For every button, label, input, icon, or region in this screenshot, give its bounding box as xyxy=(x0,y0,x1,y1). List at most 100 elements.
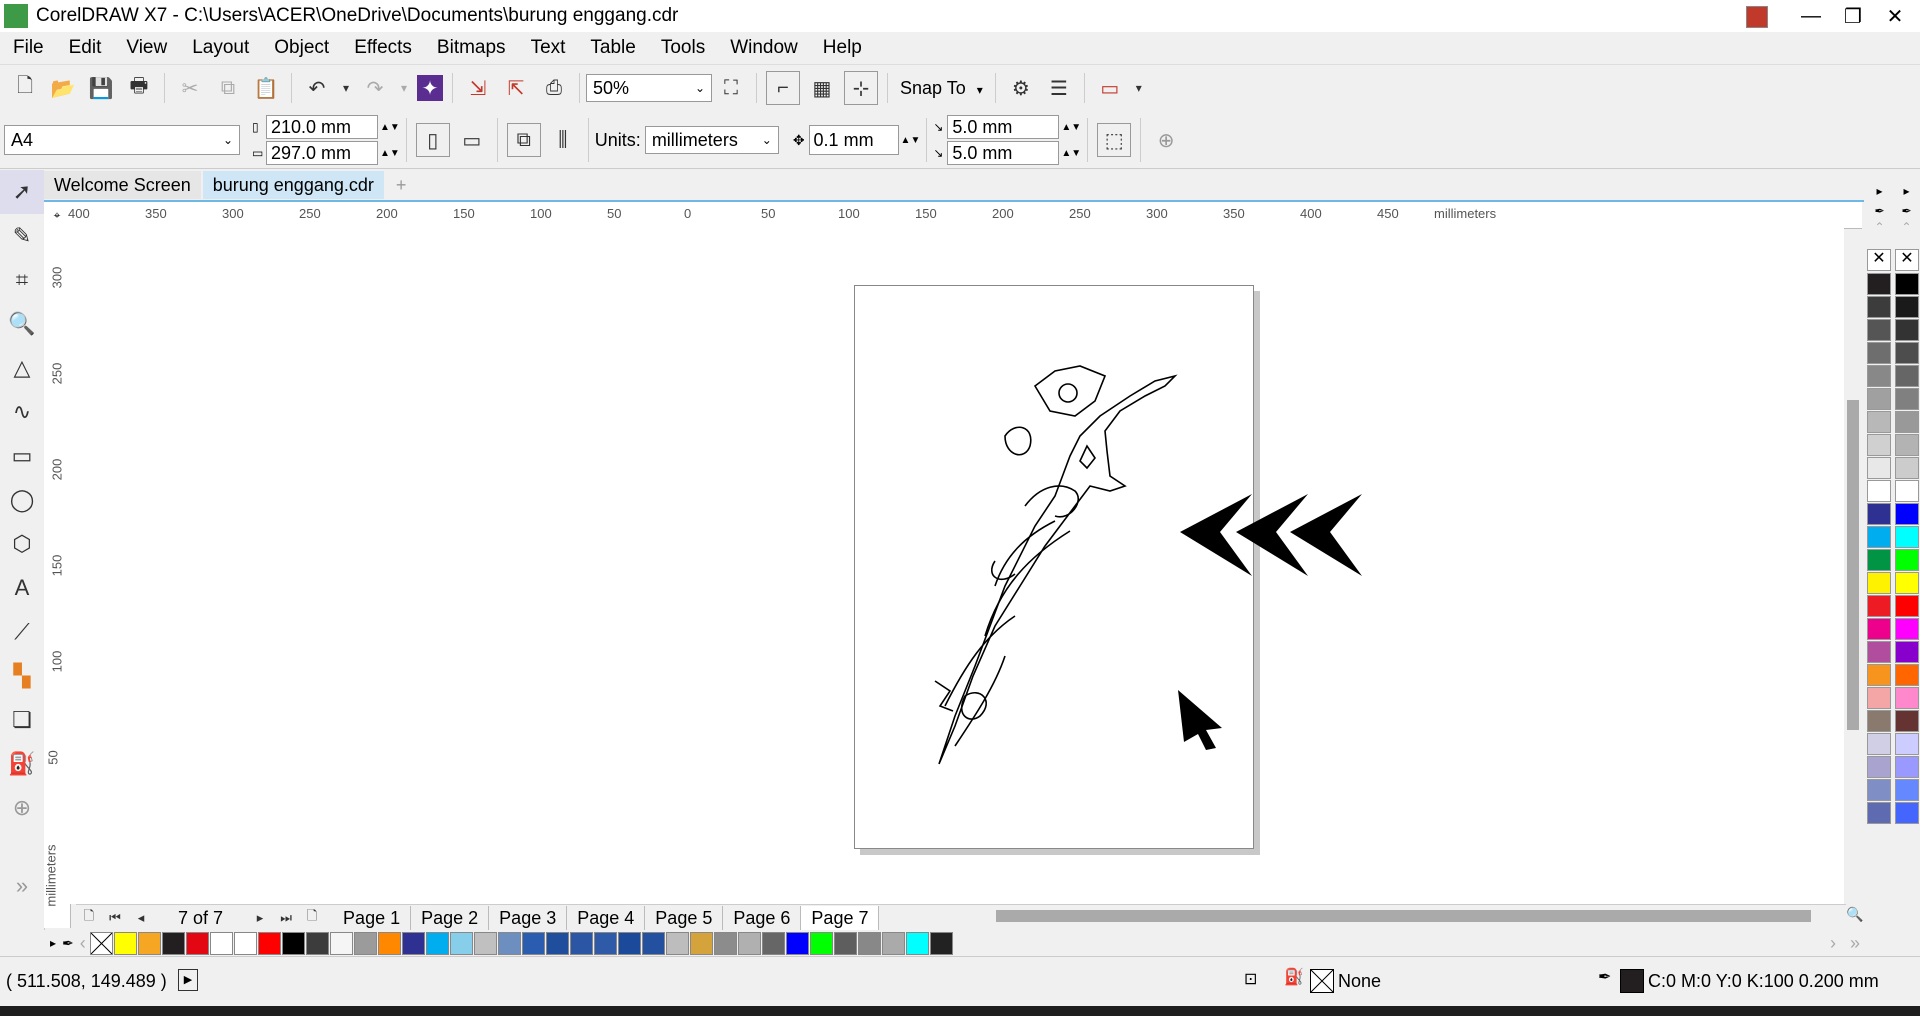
full-screen-preview-icon[interactable]: ⛶ xyxy=(715,72,747,104)
spin-arrows-icon[interactable]: ▲▼ xyxy=(380,148,400,159)
welcome-dropdown-icon[interactable]: ▾ xyxy=(1132,72,1146,104)
color-swatch[interactable] xyxy=(1895,802,1919,824)
color-swatch[interactable] xyxy=(809,931,833,955)
page-tab[interactable]: Page 3 xyxy=(489,906,568,930)
color-swatch[interactable] xyxy=(1867,710,1891,732)
no-color-swatch[interactable]: ✕ xyxy=(1895,249,1919,271)
menu-tools[interactable]: Tools xyxy=(661,37,705,59)
page-tab-active[interactable]: Page 7 xyxy=(801,906,880,930)
menu-table[interactable]: Table xyxy=(590,37,635,59)
color-swatch[interactable] xyxy=(881,931,905,955)
color-swatch[interactable] xyxy=(1895,779,1919,801)
color-swatch[interactable] xyxy=(641,931,665,955)
color-swatch[interactable] xyxy=(209,931,233,955)
vertical-ruler[interactable]: 300 250 200 150 100 50 millimeters xyxy=(44,228,71,928)
scroll-up-icon[interactable]: ⌃ xyxy=(1901,220,1911,234)
color-swatch[interactable] xyxy=(929,931,953,955)
search-content-icon[interactable]: ✦ xyxy=(417,75,443,101)
horizontal-ruler[interactable]: 400 350 300 250 200 150 100 50 0 50 100 150 200 250 30… xyxy=(62,202,1862,229)
color-swatch[interactable] xyxy=(1895,641,1919,663)
color-swatch[interactable] xyxy=(1895,756,1919,778)
color-swatch[interactable] xyxy=(1867,549,1891,571)
palette-flyout-icon[interactable]: ▸ xyxy=(1903,184,1909,198)
color-swatch[interactable] xyxy=(1895,365,1919,387)
color-swatch[interactable] xyxy=(1867,503,1891,525)
portrait-icon[interactable]: ▯ xyxy=(415,123,450,157)
connector-tool-icon[interactable]: ▚ xyxy=(0,654,44,698)
parallel-dimension-tool-icon[interactable]: ⟋ xyxy=(0,610,44,654)
color-swatch[interactable] xyxy=(329,931,353,955)
menu-text[interactable]: Text xyxy=(531,37,566,59)
options-icon[interactable]: ⚙ xyxy=(1005,72,1037,104)
spin-arrows-icon[interactable]: ▲▼ xyxy=(380,122,400,133)
expand-icon[interactable]: » xyxy=(0,864,44,908)
add-tab-icon[interactable]: + xyxy=(386,171,417,199)
color-swatch[interactable] xyxy=(1895,733,1919,755)
no-color-swatch[interactable]: ✕ xyxy=(1867,249,1891,271)
new-document-icon[interactable]: 🗋 xyxy=(9,72,41,104)
color-swatch[interactable] xyxy=(1895,342,1919,364)
treat-as-filled-icon[interactable]: ⬚ xyxy=(1097,123,1132,157)
menu-object[interactable]: Object xyxy=(274,37,329,59)
color-swatch[interactable] xyxy=(161,931,185,955)
color-swatch[interactable] xyxy=(1867,779,1891,801)
spin-arrows-icon[interactable]: ▲▼ xyxy=(1061,122,1081,133)
snap-to-dropdown[interactable]: Snap To ▾ xyxy=(900,78,983,99)
open-icon[interactable]: 📂 xyxy=(47,72,79,104)
palette-scroll-right-icon[interactable]: › xyxy=(1830,933,1836,954)
show-grid-icon[interactable]: ▦ xyxy=(806,72,838,104)
outline-pen-icon[interactable]: ✒ xyxy=(1598,967,1611,987)
color-swatch[interactable] xyxy=(617,931,641,955)
show-guidelines-icon[interactable]: ⊹ xyxy=(844,71,878,105)
color-swatch[interactable] xyxy=(1867,618,1891,640)
menu-bitmaps[interactable]: Bitmaps xyxy=(437,37,506,59)
color-swatch[interactable] xyxy=(1867,756,1891,778)
undo-icon[interactable]: ↶ xyxy=(301,72,333,104)
zoom-navigator-icon[interactable]: 🔍 xyxy=(1846,906,1863,923)
color-swatch[interactable] xyxy=(1895,503,1919,525)
color-swatch[interactable] xyxy=(1867,572,1891,594)
color-swatch[interactable] xyxy=(377,931,401,955)
color-swatch[interactable] xyxy=(833,931,857,955)
color-swatch[interactable] xyxy=(257,931,281,955)
redo-dropdown-icon[interactable]: ▾ xyxy=(397,72,411,104)
crop-tool-icon[interactable]: ⌗ xyxy=(0,258,44,302)
palette-flyout-icon[interactable]: ▸ xyxy=(1876,184,1882,198)
eyedropper-icon[interactable]: ✒ xyxy=(1874,204,1884,218)
color-swatch[interactable] xyxy=(761,931,785,955)
arrow-shapes[interactable] xyxy=(1180,490,1400,590)
all-pages-icon[interactable]: ⧉ xyxy=(506,123,541,157)
color-swatch[interactable] xyxy=(1895,710,1919,732)
horizontal-scrollbar[interactable] xyxy=(996,910,1811,922)
eyedropper-icon[interactable]: ✒ xyxy=(1901,204,1911,218)
close-icon[interactable]: ✕ xyxy=(1872,0,1918,32)
color-swatch[interactable] xyxy=(1895,434,1919,456)
color-swatch[interactable] xyxy=(569,931,593,955)
menu-file[interactable]: File xyxy=(13,37,44,59)
color-swatch[interactable] xyxy=(1867,664,1891,686)
page-tab[interactable]: Page 4 xyxy=(567,906,646,930)
color-swatch[interactable] xyxy=(1867,687,1891,709)
color-swatch[interactable] xyxy=(1895,411,1919,433)
menu-effects[interactable]: Effects xyxy=(354,37,412,59)
show-rulers-icon[interactable]: ⌐ xyxy=(766,71,800,105)
color-swatch[interactable] xyxy=(233,931,257,955)
welcome-screen-icon[interactable]: ▭ xyxy=(1094,72,1126,104)
interactive-fill-tool-icon[interactable]: ⛽ xyxy=(0,742,44,786)
redo-icon[interactable]: ↷ xyxy=(359,72,391,104)
color-swatch[interactable] xyxy=(665,931,689,955)
print-icon[interactable]: 🖶 xyxy=(123,72,155,104)
palette-scroll-left-icon[interactable]: ‹ xyxy=(80,933,86,954)
menu-help[interactable]: Help xyxy=(823,37,862,59)
color-swatch[interactable] xyxy=(113,931,137,955)
shape-tool-icon[interactable]: ✎ xyxy=(0,214,44,258)
color-swatch[interactable] xyxy=(1867,365,1891,387)
fill-icon[interactable]: ⛽ xyxy=(1284,967,1304,987)
color-swatch[interactable] xyxy=(1895,273,1919,295)
landscape-icon[interactable]: ▭ xyxy=(456,124,488,156)
color-swatch[interactable] xyxy=(137,931,161,955)
color-swatch[interactable] xyxy=(785,931,809,955)
menu-window[interactable]: Window xyxy=(730,37,798,59)
fill-none-swatch[interactable] xyxy=(1310,969,1334,993)
duplicate-y-field[interactable]: 5.0 mm xyxy=(947,141,1060,165)
